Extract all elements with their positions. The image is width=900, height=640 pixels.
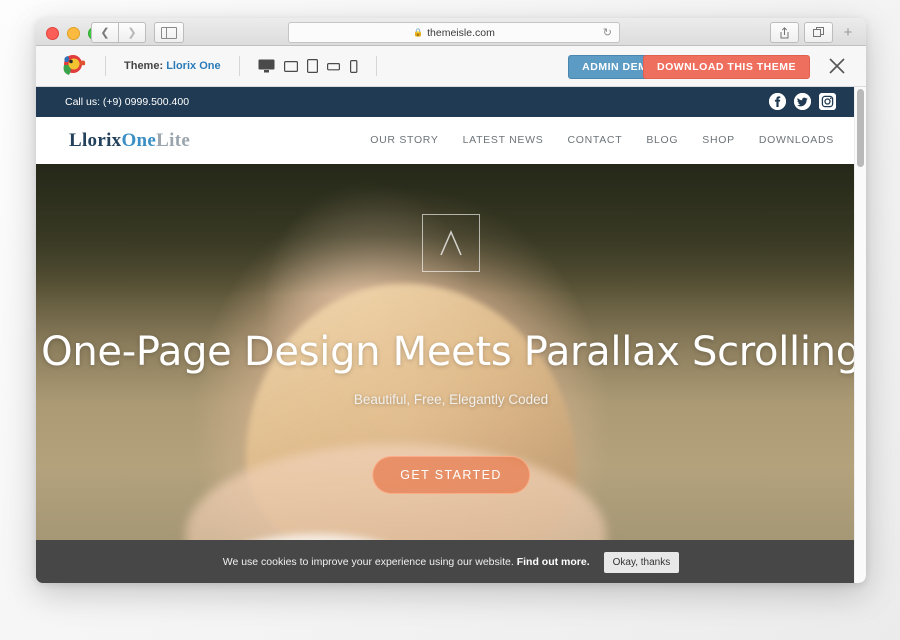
toolbar-divider-2: [238, 56, 240, 76]
new-tab-button[interactable]: +: [838, 23, 858, 42]
page-scrollbar-thumb[interactable]: [857, 89, 864, 167]
hero-heading: One-Page Design Meets Parallax Scrolling: [41, 329, 861, 375]
reload-icon[interactable]: ↻: [603, 26, 612, 39]
toolbar-divider: [105, 56, 106, 76]
site-viewport: Call us: (+9) 0999.500.400 LlorixOneLite…: [36, 87, 866, 583]
hero-emblem: [422, 214, 480, 272]
site-header: LlorixOneLite OUR STORY LATEST NEWS CONT…: [36, 117, 866, 164]
nav-item-downloads[interactable]: DOWNLOADS: [759, 134, 834, 146]
cookie-notice-text: We use cookies to improve your experienc…: [223, 556, 590, 568]
minimize-window-button[interactable]: [67, 27, 80, 40]
cookie-accept-button[interactable]: Okay, thanks: [603, 551, 680, 573]
theme-label-name: Llorix One: [166, 60, 221, 72]
facebook-link[interactable]: [769, 93, 786, 110]
main-navigation: OUR STORY LATEST NEWS CONTACT BLOG SHOP …: [370, 134, 834, 146]
tablet-portrait-preview-button[interactable]: [306, 59, 318, 73]
browser-window: ❮ ❯ 🔒 themeisle.com ↻ + Theme: Llorix On…: [36, 18, 866, 583]
lock-icon: 🔒: [413, 28, 424, 37]
phone-number: Call us: (+9) 0999.500.400: [65, 96, 190, 108]
site-logo-part2: One: [121, 129, 157, 151]
phone-landscape-preview-button[interactable]: [326, 62, 340, 71]
browser-titlebar: ❮ ❯ 🔒 themeisle.com ↻ +: [36, 18, 866, 46]
theme-label: Theme: Llorix One: [124, 60, 221, 72]
desktop-preview-button[interactable]: [258, 59, 275, 73]
parrot-icon: [63, 55, 86, 75]
theme-preview-toolbar: Theme: Llorix One ADMIN DEMO DOWNLOAD TH…: [36, 46, 866, 87]
close-preview-button[interactable]: [826, 55, 848, 77]
cookie-find-out-more-link[interactable]: Find out more.: [517, 556, 590, 568]
close-icon: [829, 58, 845, 74]
chevron-right-icon: ❯: [127, 27, 137, 39]
twitter-link[interactable]: [794, 93, 811, 110]
phone-landscape-icon: [326, 62, 340, 70]
theme-label-prefix: Theme:: [124, 60, 164, 72]
hero-section: One-Page Design Meets Parallax Scrolling…: [36, 164, 866, 583]
phone-portrait-icon: [349, 59, 357, 73]
phone-portrait-preview-button[interactable]: [349, 59, 358, 73]
instagram-link[interactable]: [819, 93, 836, 110]
tablet-portrait-icon: [306, 59, 318, 73]
nav-item-our-story[interactable]: OUR STORY: [370, 134, 438, 146]
nav-item-blog[interactable]: BLOG: [646, 134, 678, 146]
get-started-button[interactable]: GET STARTED: [372, 456, 530, 494]
tabs-icon: [812, 27, 824, 37]
cookie-notice-bar: We use cookies to improve your experienc…: [36, 540, 866, 583]
site-logo-part1: Llorix: [69, 129, 122, 151]
lambda-emblem-icon: [440, 230, 462, 256]
site-logo[interactable]: LlorixOneLite: [69, 130, 190, 152]
facebook-icon: [769, 93, 786, 110]
cookie-notice-message: We use cookies to improve your experienc…: [222, 556, 514, 568]
site-logo-part3: Lite: [156, 129, 191, 151]
twitter-icon: [794, 93, 811, 110]
nav-item-shop[interactable]: SHOP: [702, 134, 735, 146]
show-tabs-button[interactable]: [804, 22, 833, 43]
toolbar-divider-3: [375, 56, 377, 76]
sidebar-icon: [161, 26, 177, 39]
back-button[interactable]: ❮: [91, 22, 119, 43]
browser-nav-buttons: ❮ ❯: [91, 22, 146, 43]
site-topbar: Call us: (+9) 0999.500.400: [36, 87, 866, 117]
sidebar-toggle-button[interactable]: [154, 22, 184, 43]
address-bar-url: themeisle.com: [427, 26, 495, 39]
share-icon: [780, 26, 789, 38]
share-button[interactable]: [770, 22, 799, 43]
download-theme-button[interactable]: DOWNLOAD THIS THEME: [643, 55, 810, 79]
chevron-left-icon: ❮: [100, 27, 110, 39]
device-preview-switcher: [258, 59, 358, 73]
tablet-landscape-icon: [283, 60, 298, 72]
tablet-landscape-preview-button[interactable]: [283, 60, 298, 72]
themeisle-parrot-logo[interactable]: [59, 53, 87, 79]
social-links: [769, 93, 836, 110]
monitor-icon: [258, 59, 275, 73]
browser-toolbar-right: +: [770, 22, 858, 43]
nav-item-latest-news[interactable]: LATEST NEWS: [463, 134, 544, 146]
instagram-icon: [819, 93, 836, 110]
nav-item-contact[interactable]: CONTACT: [567, 134, 622, 146]
close-window-button[interactable]: [46, 27, 59, 40]
address-bar[interactable]: 🔒 themeisle.com ↻: [288, 22, 620, 43]
forward-button[interactable]: ❯: [119, 22, 146, 43]
hero-subheading: Beautiful, Free, Elegantly Coded: [353, 392, 549, 407]
